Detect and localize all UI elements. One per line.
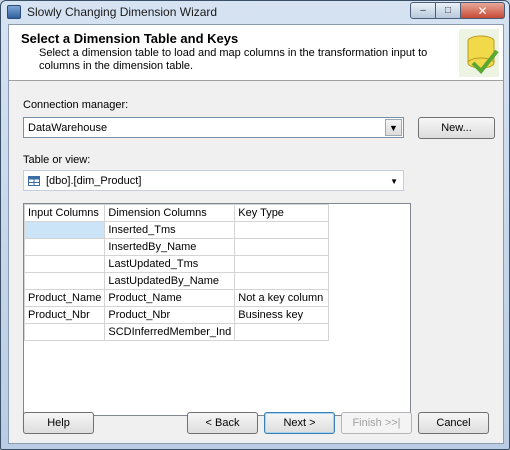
connection-manager-label: Connection manager:	[23, 99, 129, 111]
input-column-cell[interactable]	[23, 255, 106, 273]
table-row: Inserted_Tms	[23, 221, 330, 239]
help-button[interactable]: Help	[23, 412, 94, 434]
key-type-cell[interactable]	[234, 238, 330, 256]
database-icon	[459, 29, 499, 77]
dimension-column-cell: SCDInferredMember_Ind	[104, 323, 236, 341]
key-type-cell[interactable]	[234, 272, 330, 290]
input-column-cell[interactable]	[23, 323, 106, 341]
dimension-column-cell: Product_Name	[104, 289, 236, 307]
key-type-cell[interactable]: Business key	[234, 306, 330, 324]
key-type-cell[interactable]	[234, 221, 330, 239]
table-row: SCDInferredMember_Ind	[23, 323, 330, 341]
maximize-button[interactable]: □	[436, 2, 461, 19]
key-type-cell[interactable]	[234, 323, 330, 341]
close-button[interactable]: ✕	[461, 2, 505, 19]
page-title: Select a Dimension Table and Keys	[21, 31, 239, 46]
table-header-row: Input Columns Dimension Columns Key Type	[23, 204, 330, 222]
chevron-down-icon[interactable]: ▼	[385, 119, 402, 136]
cancel-button[interactable]: Cancel	[418, 412, 489, 434]
wizard-header: Select a Dimension Table and Keys Select…	[9, 25, 503, 81]
wizard-window: Slowly Changing Dimension Wizard – □ ✕ S…	[0, 0, 510, 450]
new-connection-button[interactable]: New...	[418, 117, 495, 139]
key-type-cell[interactable]	[234, 255, 330, 273]
connection-manager-value: DataWarehouse	[28, 122, 108, 134]
page-subtitle: Select a dimension table to load and map…	[39, 47, 428, 72]
input-column-cell[interactable]	[23, 221, 106, 239]
app-icon	[7, 5, 21, 19]
input-column-cell[interactable]	[23, 272, 106, 290]
title-bar[interactable]: Slowly Changing Dimension Wizard – □ ✕	[1, 1, 509, 23]
table-row: Product_Nbr Product_Nbr Business key	[23, 306, 330, 324]
minimize-button[interactable]: –	[410, 2, 436, 19]
input-column-cell[interactable]: Product_Name	[23, 289, 106, 307]
header-input-columns: Input Columns	[23, 204, 106, 222]
header-key-type: Key Type	[234, 204, 330, 222]
table-icon	[28, 176, 40, 186]
key-type-cell[interactable]: Not a key column	[234, 289, 330, 307]
table-row: LastUpdatedBy_Name	[23, 272, 330, 290]
dimension-column-cell: LastUpdatedBy_Name	[104, 272, 236, 290]
header-dimension-columns: Dimension Columns	[104, 204, 236, 222]
table-or-view-label: Table or view:	[23, 154, 91, 166]
wizard-client-area: Select a Dimension Table and Keys Select…	[8, 24, 504, 444]
next-button[interactable]: Next >	[264, 412, 335, 434]
dimension-column-cell: Product_Nbr	[104, 306, 236, 324]
back-button[interactable]: < Back	[187, 412, 258, 434]
connection-manager-combo[interactable]: DataWarehouse ▼	[23, 117, 404, 138]
input-column-cell[interactable]: Product_Nbr	[23, 306, 106, 324]
chevron-down-icon[interactable]: ▼	[390, 177, 398, 186]
finish-button: Finish >>|	[341, 412, 412, 434]
column-mapping-table: Input Columns Dimension Columns Key Type…	[23, 204, 330, 341]
input-column-cell[interactable]	[23, 238, 106, 256]
table-row: InsertedBy_Name	[23, 238, 330, 256]
table-row: LastUpdated_Tms	[23, 255, 330, 273]
table-row: Product_Name Product_Name Not a key colu…	[23, 289, 330, 307]
window-controls: – □ ✕	[410, 2, 505, 20]
dimension-column-cell: InsertedBy_Name	[104, 238, 236, 256]
table-or-view-combo[interactable]: [dbo].[dim_Product] ▼	[23, 170, 404, 191]
dimension-column-cell: Inserted_Tms	[104, 221, 236, 239]
table-or-view-value: [dbo].[dim_Product]	[46, 175, 142, 187]
window-title: Slowly Changing Dimension Wizard	[27, 5, 218, 19]
dimension-column-cell: LastUpdated_Tms	[104, 255, 236, 273]
column-mapping-grid: Input Columns Dimension Columns Key Type…	[23, 203, 411, 416]
